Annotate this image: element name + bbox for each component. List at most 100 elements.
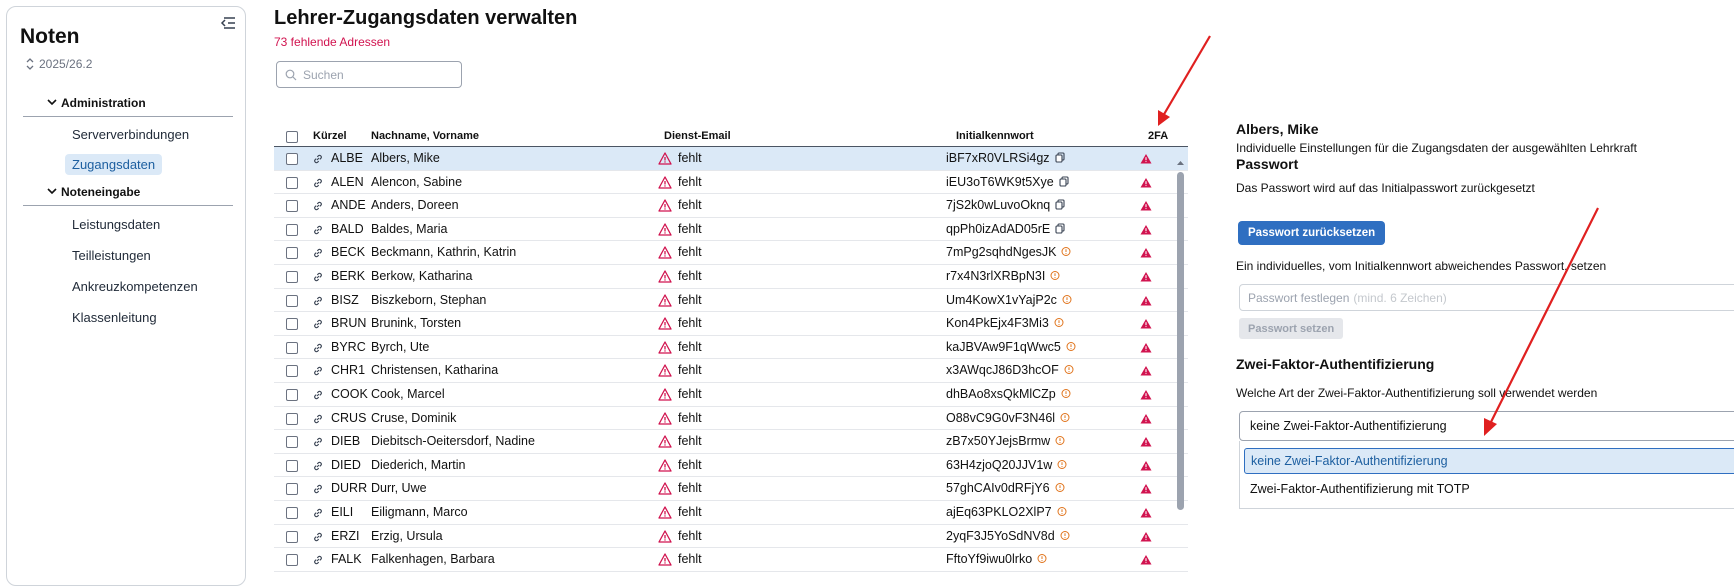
sidebar-item-teilleistungen[interactable]: Teilleistungen [65,245,158,266]
scroll-up-arrow-icon[interactable] [1176,160,1185,166]
row-checkbox[interactable] [286,530,298,543]
sidebar-item-klassenleitung[interactable]: Klassenleitung [65,307,164,328]
table-row[interactable]: BALD Baldes, Maria fehlt qpPh0izAdAD05rE [274,218,1188,242]
reset-password-button[interactable]: Passwort zurücksetzen [1238,221,1386,245]
cell-name: Erzig, Ursula [371,528,443,543]
link-icon[interactable] [312,483,324,495]
search-input[interactable] [303,67,453,82]
table-row[interactable]: ANDE Anders, Doreen fehlt 7jS2k0wLuvoOknq [274,194,1188,218]
sidebar-item-ankreuzkompetenzen[interactable]: Ankreuzkompetenzen [65,276,205,297]
cell-password: O88vC9G0vF3N46l [946,411,1070,426]
column-header-kuerzel[interactable]: Kürzel [313,130,347,142]
table-row[interactable]: BECK Beckmann, Kathrin, Katrin fehlt 7mPg2s… [274,241,1188,265]
copy-icon[interactable] [1054,152,1065,166]
table-row[interactable]: BISZ Biszkeborn, Stephan fehlt Um4KowX1vYaj… [274,289,1188,313]
link-icon[interactable] [312,460,324,472]
cell-password: iBF7xR0VLRSi4gz [946,151,1065,166]
row-checkbox[interactable] [286,554,298,567]
table-row[interactable]: CRUS Cruse, Dominik fehlt O88vC9G0vF3N46l [274,407,1188,431]
cell-password: zB7x50YJejsBrmw [946,434,1065,449]
cell-password: FftoYf9iwu0lrko [946,552,1047,567]
row-checkbox[interactable] [286,341,298,354]
copy-icon[interactable] [1055,199,1065,213]
table-row[interactable]: BRUN Brunink, Torsten fehlt Kon4PkEjx4F3Mi3 [274,312,1188,336]
row-checkbox[interactable] [286,506,298,519]
password-input[interactable]: Passwort festlegen (mind. 6 Zeichen) [1239,284,1734,311]
table-row[interactable]: EILI Eiligmann, Marco fehlt ajEq63PKLO2XlP7 [274,501,1188,525]
column-header-email[interactable]: Dienst-Email [664,130,731,142]
cell-kuerzel: BALD [331,221,364,236]
table-row[interactable]: DIED Diederich, Martin fehlt 63H4zjoQ20JJV1… [274,454,1188,478]
column-header-password[interactable]: Initialkennwort [956,130,1034,142]
row-checkbox[interactable] [286,223,298,236]
table-row[interactable]: FALK Falkenhagen, Barbara fehlt FftoYf9iwu0… [274,548,1188,572]
version-selector[interactable]: 2025/26.2 [25,57,92,71]
link-icon[interactable] [312,295,324,307]
nav-group-noteneingabe[interactable]: Noteneingabe [23,185,233,206]
link-icon[interactable] [312,507,324,519]
link-icon[interactable] [312,271,324,283]
link-icon[interactable] [312,436,324,448]
link-icon[interactable] [312,413,324,425]
twofa-option-totp[interactable]: Zwei-Faktor-Authentifizierung mit TOTP [1244,476,1734,502]
table-row[interactable]: ALBE Albers, Mike fehlt iBF7xR0VLRSi4gz [274,147,1188,171]
cell-name: Eiligmann, Marco [371,504,468,519]
row-checkbox[interactable] [286,294,298,307]
warning-icon [658,199,672,212]
twofa-option-none[interactable]: keine Zwei-Faktor-Authentifizierung [1244,448,1734,474]
link-icon[interactable] [312,531,324,543]
link-icon[interactable] [312,247,324,259]
info-icon [1060,530,1070,544]
link-icon[interactable] [312,318,324,330]
link-icon[interactable] [312,224,324,236]
cell-name: Brunink, Torsten [371,316,462,331]
scrollbar-thumb[interactable] [1177,172,1184,510]
table-row[interactable]: CHR1 Christensen, Katharina fehlt x3AWqcJ86… [274,359,1188,383]
link-icon[interactable] [312,389,324,401]
table-row[interactable]: BYRC Byrch, Ute fehlt kaJBVAw9F1qWwc5 [274,336,1188,360]
search-icon [285,69,297,80]
twofa-select[interactable]: keine Zwei-Faktor-Authentifizierung [1239,411,1734,441]
row-checkbox[interactable] [286,153,298,165]
link-icon[interactable] [312,153,324,165]
row-checkbox[interactable] [286,388,298,401]
cell-password: r7x4N3rlXRBpN3I [946,269,1060,284]
table-row[interactable]: BERK Berkow, Katharina fehlt r7x4N3rlXRBpN3… [274,265,1188,289]
row-checkbox[interactable] [286,200,298,213]
row-checkbox[interactable] [286,436,298,449]
cell-kuerzel: BRUN [331,316,367,331]
select-all-checkbox[interactable] [286,131,298,143]
sidebar-item-serververbindungen[interactable]: Serververbindungen [65,124,196,145]
sidebar-item-zugangsdaten[interactable]: Zugangsdaten [65,154,163,175]
sidebar-item-leistungsdaten[interactable]: Leistungsdaten [65,214,167,235]
table-row[interactable]: COOK Cook, Marcel fehlt dhBAo8xsQkMlCZp [274,383,1188,407]
nav-group-administration[interactable]: Administration [23,96,233,117]
link-icon[interactable] [312,342,324,354]
row-checkbox[interactable] [286,483,298,496]
cell-email: fehlt [678,268,702,283]
row-checkbox[interactable] [286,365,298,378]
link-icon[interactable] [312,177,324,189]
column-header-name[interactable]: Nachname, Vorname [371,130,479,142]
link-icon[interactable] [312,365,324,377]
twofa-question: Welche Art der Zwei-Faktor-Authentifizie… [1236,386,1598,400]
row-checkbox[interactable] [286,318,298,331]
link-icon[interactable] [312,554,324,566]
link-icon[interactable] [312,200,324,212]
password-value: 7jS2k0wLuvoOknq [946,198,1051,213]
row-checkbox[interactable] [286,176,298,189]
table-row[interactable]: DURR Durr, Uwe fehlt 57ghCAIv0dRFjY6 [274,477,1188,501]
table-row[interactable]: ALEN Alencon, Sabine fehlt iEU3oT6WK9t5Xye [274,171,1188,195]
copy-icon[interactable] [1055,223,1065,237]
collapse-sidebar-icon[interactable] [219,15,237,31]
row-checkbox[interactable] [286,459,298,472]
row-checkbox[interactable] [286,247,298,260]
copy-icon[interactable] [1059,176,1069,190]
row-checkbox[interactable] [286,270,298,283]
row-checkbox[interactable] [286,412,298,425]
column-header-2fa[interactable]: 2FA [1148,130,1168,142]
table-row[interactable]: DIEB Diebitsch-Oeitersdorf, Nadine fehlt zB… [274,430,1188,454]
table-row[interactable]: ERZI Erzig, Ursula fehlt 2yqF3J5YoSdNV8d [274,525,1188,549]
set-password-button[interactable]: Passwort setzen [1239,318,1344,339]
search-box[interactable] [276,61,462,88]
